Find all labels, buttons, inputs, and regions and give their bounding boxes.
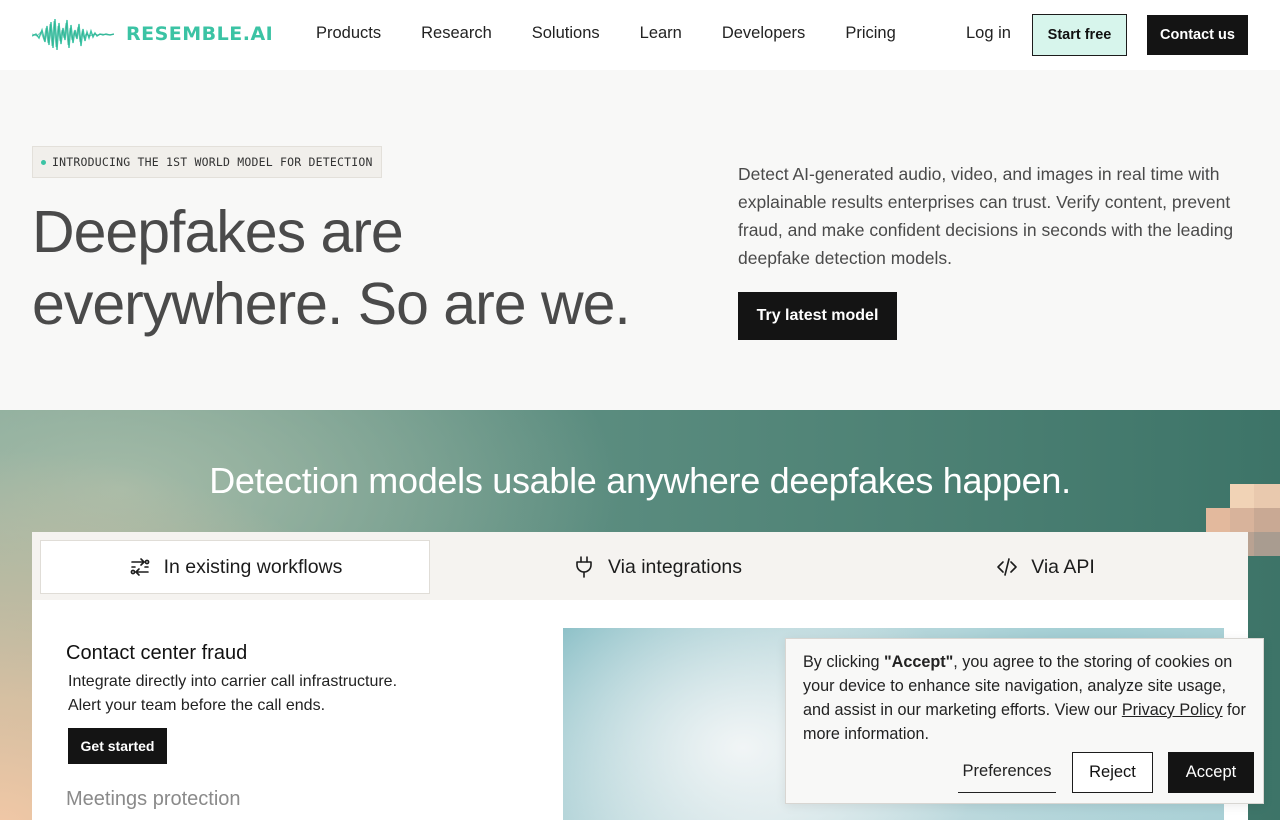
cookie-text-accept-bold: "Accept" xyxy=(883,653,954,671)
hero-description: Detect AI-generated audio, video, and im… xyxy=(738,164,1234,268)
case-description-line1: Integrate directly into carrier call inf… xyxy=(68,673,398,690)
intro-badge: INTRODUCING THE 1ST WORLD MODEL FOR DETE… xyxy=(32,146,382,178)
meetings-protection-item[interactable]: Meetings protection xyxy=(66,788,241,811)
nav-link-developers[interactable]: Developers xyxy=(722,24,805,43)
tab-existing-workflows[interactable]: In existing workflows xyxy=(40,540,430,594)
tab-bar: In existing workflows Via integrations V… xyxy=(32,532,1248,600)
case-title: Contact center fraud xyxy=(66,642,248,664)
pixel-block-decoration xyxy=(1206,508,1230,532)
tab-via-integrations-label: Via integrations xyxy=(607,555,743,578)
code-icon xyxy=(997,558,1017,576)
contact-us-button[interactable]: Contact us xyxy=(1147,15,1248,55)
tab-via-api[interactable]: Via API xyxy=(850,540,1240,594)
pixel-block-decoration xyxy=(1254,532,1280,556)
tab-via-api-label: Via API xyxy=(1031,555,1095,578)
nav-links: Products Research Solutions Learn Develo… xyxy=(316,24,936,43)
case-description-line2: Alert your team before the call ends. xyxy=(68,697,326,714)
start-free-button[interactable]: Start free xyxy=(1032,14,1127,56)
waveform-icon xyxy=(32,18,114,51)
workflow-icon xyxy=(130,558,149,576)
cookie-banner: By clicking "Accept", you agree to the s… xyxy=(785,638,1264,804)
reject-button[interactable]: Reject xyxy=(1072,752,1153,793)
plug-icon xyxy=(576,556,592,578)
case-description: Integrate directly into carrier call inf… xyxy=(68,670,488,718)
logo[interactable]: RESEMBLE.AI xyxy=(32,14,273,54)
preferences-button[interactable]: Preferences xyxy=(958,751,1056,793)
hero-title: Deepfakes are everywhere. So are we. xyxy=(32,196,672,340)
login-link[interactable]: Log in xyxy=(966,24,1011,43)
tab-via-integrations[interactable]: Via integrations xyxy=(462,540,852,594)
try-latest-model-button[interactable]: Try latest model xyxy=(738,292,897,340)
tab-existing-workflows-label: In existing workflows xyxy=(163,555,343,578)
nav-link-solutions[interactable]: Solutions xyxy=(532,24,600,43)
pixel-block-decoration xyxy=(1230,508,1254,532)
logo-text: RESEMBLE.AI xyxy=(126,23,274,45)
nav-link-pricing[interactable]: Pricing xyxy=(845,24,895,43)
cookie-text-pre: By clicking xyxy=(803,653,884,671)
pixel-block-decoration xyxy=(1254,508,1280,532)
accept-button[interactable]: Accept xyxy=(1168,752,1254,793)
nav-link-products[interactable]: Products xyxy=(316,24,381,43)
nav-link-research[interactable]: Research xyxy=(421,24,492,43)
hero-title-line2: everywhere. So are we. xyxy=(32,271,631,337)
nav-link-learn[interactable]: Learn xyxy=(640,24,682,43)
hero-title-line1: Deepfakes are xyxy=(32,199,404,265)
section-title: Detection models usable anywhere deepfak… xyxy=(209,460,1071,501)
privacy-policy-link[interactable]: Privacy Policy xyxy=(1122,701,1223,719)
get-started-button[interactable]: Get started xyxy=(68,728,167,764)
badge-text: INTRODUCING THE 1ST WORLD MODEL FOR DETE… xyxy=(52,155,373,169)
badge-dot-icon xyxy=(41,159,46,165)
top-nav: RESEMBLE.AI Products Research Solutions … xyxy=(0,0,1280,70)
cookie-text: By clicking "Accept", you agree to the s… xyxy=(803,650,1255,746)
